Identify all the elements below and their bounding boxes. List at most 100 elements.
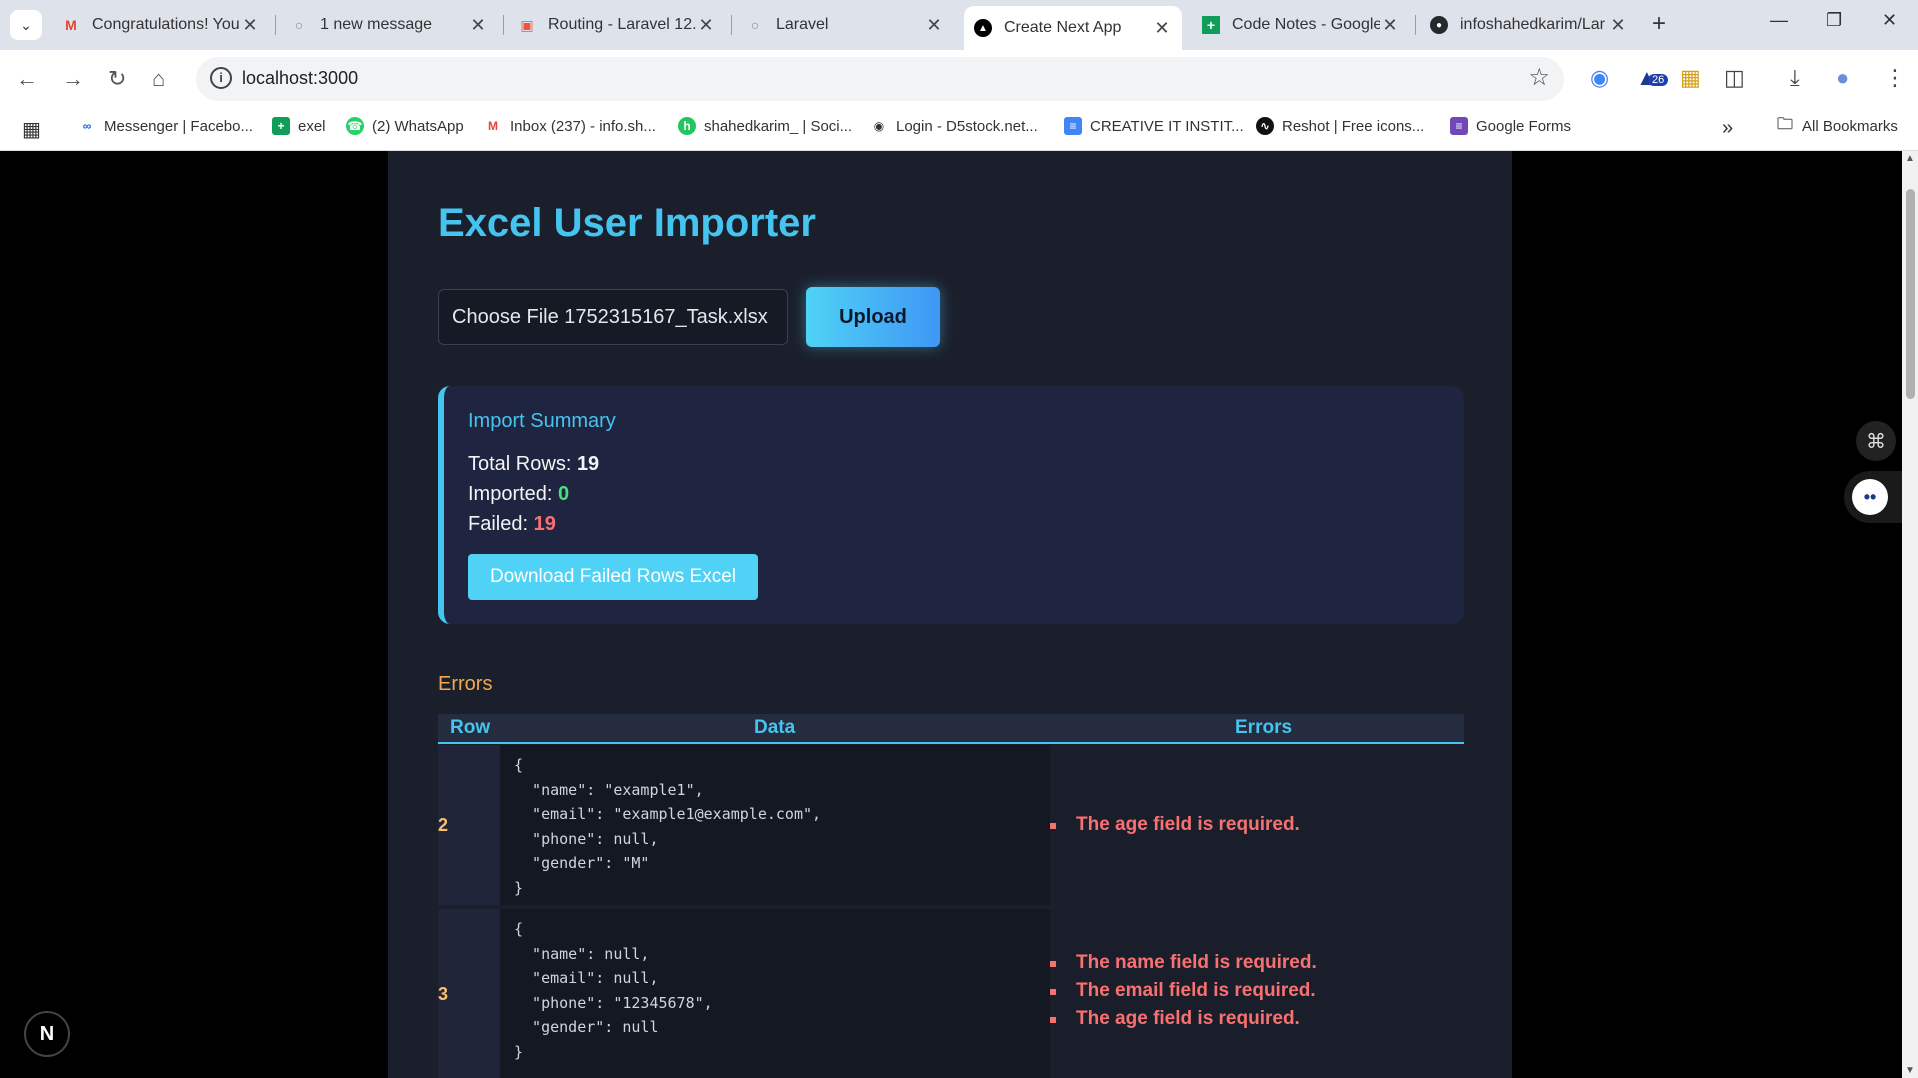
tab-create-next-app[interactable]: ▲ Create Next App ✕ bbox=[964, 6, 1182, 50]
command-icon[interactable]: ⌘ bbox=[1856, 421, 1896, 461]
gmail-icon: M bbox=[488, 119, 498, 133]
file-input[interactable]: Choose File 1752315167_Task.xlsx bbox=[438, 289, 788, 345]
tab-title: Code Notes - Google bbox=[1232, 16, 1380, 33]
tab-code-notes[interactable]: + Code Notes - Google ✕ bbox=[1192, 6, 1410, 44]
bookmark-exel[interactable]: + exel bbox=[272, 117, 326, 135]
bookmark-label: Inbox (237) - info.sh... bbox=[510, 117, 656, 135]
bookmark-star-icon[interactable]: ☆ bbox=[1528, 63, 1550, 92]
download-icon[interactable]: ⤓ bbox=[1790, 65, 1800, 91]
bookmark-creative-it[interactable]: ≡ CREATIVE IT INSTIT... bbox=[1064, 117, 1244, 135]
tab-laravel-routing[interactable]: ▣ Routing - Laravel 12.x ✕ bbox=[508, 6, 726, 44]
tab-title: 1 new message bbox=[320, 16, 433, 33]
close-icon[interactable]: ✕ bbox=[1152, 18, 1172, 39]
close-icon[interactable]: ✕ bbox=[924, 15, 944, 36]
scroll-thumb[interactable] bbox=[1906, 189, 1915, 399]
window-close-icon[interactable]: ✕ bbox=[1882, 10, 1897, 31]
forward-icon[interactable]: → bbox=[62, 66, 84, 92]
extension-color-icon[interactable]: ▦ bbox=[1680, 65, 1701, 91]
page-viewport: Excel User Importer Choose File 17523151… bbox=[0, 151, 1902, 1078]
all-bookmarks[interactable]: 🗀 All Bookmarks bbox=[1776, 115, 1898, 135]
imported-value: 0 bbox=[558, 483, 570, 505]
page-title: Excel User Importer bbox=[438, 201, 816, 245]
total-rows-stat: Total Rows: 19 bbox=[468, 453, 599, 476]
bookmark-label: Messenger | Facebo... bbox=[104, 117, 253, 135]
tab-github[interactable]: ● infoshahedkarim/Lar ✕ bbox=[1420, 6, 1638, 44]
profile-avatar[interactable]: ● bbox=[1836, 65, 1849, 91]
scroll-down-icon[interactable]: ▼ bbox=[1905, 1065, 1915, 1076]
menu-kebab-icon[interactable]: ⋮ bbox=[1884, 65, 1906, 91]
close-icon[interactable]: ✕ bbox=[1608, 15, 1628, 36]
tab-title: infoshahedkarim/Lar bbox=[1460, 16, 1605, 33]
extension-icon[interactable]: ◉ bbox=[1590, 65, 1609, 91]
page-scrollbar[interactable]: ▲ ▼ bbox=[1902, 151, 1918, 1078]
tab-gmail[interactable]: M Congratulations! You ✕ bbox=[52, 6, 270, 44]
sheets-icon: + bbox=[1202, 16, 1220, 34]
errors-heading: Errors bbox=[438, 673, 493, 695]
row-data-json: { "name": "example1", "email": "example1… bbox=[500, 745, 1050, 905]
total-rows-label: Total Rows: bbox=[468, 453, 572, 475]
bookmark-whatsapp[interactable]: ☎ (2) WhatsApp bbox=[346, 117, 464, 135]
row-error: The name field is required. bbox=[1050, 949, 1317, 977]
failed-stat: Failed: 19 bbox=[468, 513, 556, 536]
sheets-icon: + bbox=[272, 117, 290, 135]
apps-grid-icon[interactable]: ▦ bbox=[22, 117, 41, 142]
bookmark-inbox[interactable]: M Inbox (237) - info.sh... bbox=[484, 117, 656, 135]
bookmark-d5stock[interactable]: ◉ Login - D5stock.net... bbox=[870, 117, 1038, 135]
column-header-data: Data bbox=[754, 717, 796, 738]
column-header-errors: Errors bbox=[1235, 717, 1293, 738]
bookmark-label: Google Forms bbox=[1476, 117, 1572, 135]
table-row: 3 { "name": null, "email": null, "phone"… bbox=[438, 909, 1464, 1078]
scroll-up-icon[interactable]: ▲ bbox=[1905, 153, 1915, 164]
bookmark-shahedkarim[interactable]: h shahedkarim_ | Soci... bbox=[678, 117, 852, 135]
bookmarks-bar: ▦ ∞ Messenger | Facebo... + exel ☎ (2) W… bbox=[0, 108, 1918, 151]
address-bar[interactable]: i localhost:3000 ☆ bbox=[196, 57, 1564, 101]
github-icon: ● bbox=[1430, 16, 1448, 34]
errors-table-header: Row Data Errors bbox=[438, 714, 1464, 744]
tab-divider bbox=[731, 15, 732, 35]
back-icon[interactable]: ← bbox=[16, 66, 38, 92]
close-icon[interactable]: ✕ bbox=[1380, 15, 1400, 36]
close-icon[interactable]: ✕ bbox=[696, 15, 716, 36]
bookmark-label: Login - D5stock.net... bbox=[896, 117, 1038, 135]
row-error-list: The name field is required. The email fi… bbox=[1050, 949, 1317, 1033]
close-icon[interactable]: ✕ bbox=[240, 15, 260, 36]
tab-message[interactable]: ○ 1 new message ✕ bbox=[280, 6, 498, 44]
laravel-icon: ▣ bbox=[520, 16, 534, 33]
tab-title: Create Next App bbox=[1004, 19, 1122, 36]
bookmark-google-forms[interactable]: ≡ Google Forms bbox=[1450, 117, 1571, 135]
nextjs-icon: ▲ bbox=[974, 19, 992, 37]
globe-icon: ○ bbox=[750, 17, 760, 33]
table-row: 2 { "name": "example1", "email": "exampl… bbox=[438, 745, 1464, 905]
imported-stat: Imported: 0 bbox=[468, 483, 569, 506]
new-tab-button[interactable]: + bbox=[1652, 10, 1666, 38]
url-text[interactable]: localhost:3000 bbox=[242, 68, 358, 89]
close-icon[interactable]: ✕ bbox=[468, 15, 488, 36]
tab-title: Laravel bbox=[776, 16, 829, 33]
more-bookmarks-icon[interactable]: » bbox=[1722, 117, 1733, 140]
row-error: The age field is required. bbox=[1050, 811, 1300, 839]
folder-icon: 🗀 bbox=[1776, 115, 1793, 133]
importer-card: Excel User Importer Choose File 17523151… bbox=[388, 151, 1512, 1078]
site-info-icon[interactable]: i bbox=[210, 67, 232, 89]
reshot-icon: ∿ bbox=[1256, 117, 1274, 135]
bookmark-messenger[interactable]: ∞ Messenger | Facebo... bbox=[78, 117, 253, 135]
bookmark-reshot[interactable]: ∿ Reshot | Free icons... bbox=[1256, 117, 1424, 135]
home-icon[interactable]: ⌂ bbox=[152, 66, 165, 92]
assistant-face-icon: •• bbox=[1852, 479, 1888, 515]
tab-title: Routing - Laravel 12.x bbox=[548, 16, 696, 33]
tab-title: Congratulations! You bbox=[92, 16, 240, 33]
row-data-json: { "name": null, "email": null, "phone": … bbox=[500, 909, 1050, 1078]
nextjs-dev-indicator[interactable]: N bbox=[24, 1011, 70, 1057]
tab-search-button[interactable]: ⌄ bbox=[10, 10, 42, 40]
meta-icon: ∞ bbox=[82, 119, 92, 133]
extensions-puzzle-icon[interactable]: ◫ bbox=[1724, 65, 1745, 91]
reload-icon[interactable]: ↻ bbox=[108, 66, 126, 92]
upload-button[interactable]: Upload bbox=[806, 287, 940, 347]
download-failed-rows-button[interactable]: Download Failed Rows Excel bbox=[468, 554, 758, 600]
whatsapp-icon: ☎ bbox=[346, 117, 364, 135]
restore-icon[interactable]: ❐ bbox=[1826, 10, 1842, 31]
minimize-icon[interactable]: — bbox=[1770, 10, 1788, 31]
tab-laravel[interactable]: ○ Laravel ✕ bbox=[736, 6, 954, 44]
tab-divider bbox=[503, 15, 504, 35]
assistant-widget[interactable]: •• bbox=[1844, 471, 1902, 523]
